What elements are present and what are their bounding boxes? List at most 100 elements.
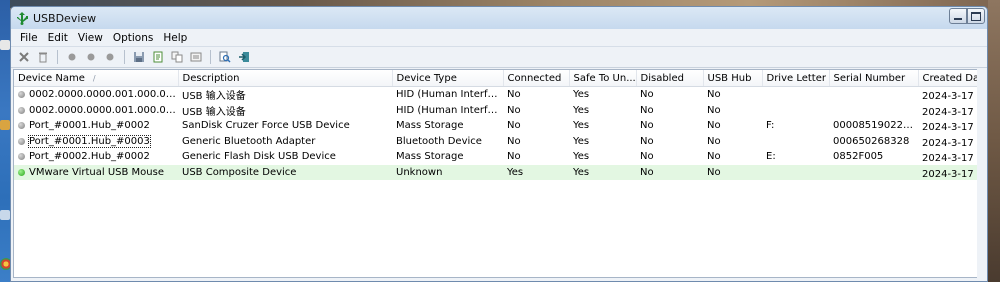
table-cell: 00008519022621...: [829, 118, 918, 134]
cell-text: Mass Storage: [396, 151, 464, 163]
toolbar: [11, 46, 987, 68]
disconnect-button[interactable]: [17, 50, 31, 64]
cell-text: No: [507, 104, 521, 116]
table-cell: Yes: [569, 149, 636, 165]
menu-options[interactable]: Options: [108, 32, 159, 44]
title-bar[interactable]: USBDeview: [11, 7, 987, 29]
desktop-shortcut-icon[interactable]: [0, 40, 10, 50]
desktop-shortcut-icon[interactable]: [0, 210, 10, 220]
table-cell: [762, 103, 829, 119]
menu-file[interactable]: File: [15, 32, 43, 44]
cell-text: 2024-3-17 星期: [922, 153, 978, 165]
cell-text: Yes: [573, 120, 590, 132]
find-button[interactable]: [218, 50, 232, 64]
cell-text: Generic Bluetooth Adapter: [182, 135, 316, 147]
cell-text: 2024-3-17 星期: [922, 91, 978, 103]
table-cell: HID (Human Interface...: [392, 87, 503, 103]
disconnected-status-icon: [18, 91, 25, 99]
properties-button[interactable]: [189, 50, 203, 64]
column-header-drive-letter[interactable]: Drive Letter: [762, 70, 830, 87]
table-cell: F:: [762, 118, 829, 134]
column-header-device-type[interactable]: Device Type: [392, 70, 504, 87]
uninstall-button[interactable]: [36, 50, 50, 64]
disconnected-status-icon: [18, 137, 25, 145]
table-cell: USB 输入设备: [178, 87, 392, 103]
menu-view[interactable]: View: [73, 32, 108, 44]
html-report-button[interactable]: [151, 50, 165, 64]
cell-text: USB 输入设备: [182, 91, 246, 103]
find-icon: [219, 51, 231, 63]
copy-button[interactable]: [170, 50, 184, 64]
table-cell: 2024-3-17 星期: [918, 103, 978, 119]
column-header-usb-hub[interactable]: USB Hub: [703, 70, 763, 87]
table-cell: 2024-3-17 星期: [918, 134, 978, 150]
cell-text: 000650268328: [833, 135, 910, 147]
table-cell: Yes: [569, 118, 636, 134]
cell-text: E:: [766, 151, 776, 163]
table-cell: No: [503, 134, 569, 150]
uninstall-icon: [39, 52, 47, 63]
cell-text: No: [707, 120, 721, 132]
table-cell: Port_#0001.Hub_#0003: [14, 134, 178, 150]
disconnect-icon: [19, 52, 29, 62]
table-cell: Yes: [569, 87, 636, 103]
column-header-created-date[interactable]: Created Date: [918, 70, 978, 87]
table-row[interactable]: 0002.0000.0000.001.000.000.000... USB 输入设…: [14, 87, 978, 103]
table-cell: No: [703, 103, 762, 119]
enable-disable-button[interactable]: [103, 50, 117, 64]
menu-edit[interactable]: Edit: [43, 32, 73, 44]
table-row[interactable]: Port_#0002.Hub_#0002 Generic Flash Disk U…: [14, 149, 978, 165]
table-cell: Generic Flash Disk USB Device: [178, 149, 392, 165]
connected-status-icon: [18, 168, 25, 176]
column-header-connected[interactable]: Connected: [503, 70, 570, 87]
cell-text: 2024-3-17 星期: [922, 122, 978, 134]
table-cell: No: [703, 87, 762, 103]
cell-text: No: [707, 135, 721, 147]
table-row[interactable]: 0002.0000.0000.001.000.000.000... USB 输入设…: [14, 103, 978, 119]
cell-text: Unknown: [396, 166, 443, 178]
vertical-scrollbar[interactable]: [977, 69, 985, 278]
device-list[interactable]: Device Name / Description Device Type Con…: [13, 69, 979, 278]
menu-help[interactable]: Help: [158, 32, 192, 44]
table-row[interactable]: Port_#0001.Hub_#0003 Generic Bluetooth Ad…: [14, 134, 978, 150]
cell-text: USB 输入设备: [182, 106, 246, 118]
column-header-safe-to-unplug[interactable]: Safe To Un...: [569, 70, 637, 87]
maximize-button[interactable]: [967, 8, 985, 24]
disconnected-status-icon: [18, 153, 25, 161]
usbdeview-window: USBDeview File Edit View Options Help De…: [10, 6, 988, 282]
column-header-description[interactable]: Description: [178, 70, 393, 87]
menu-bar: File Edit View Options Help: [11, 29, 987, 46]
toolbar-separator: [124, 50, 125, 64]
table-row[interactable]: VMware Virtual USB Mouse USB Composite De…: [14, 164, 978, 180]
table-cell: E:: [762, 149, 829, 165]
table-cell: [762, 87, 829, 103]
desktop-folder-icon[interactable]: [0, 120, 10, 130]
exit-button[interactable]: [237, 50, 251, 64]
disable-button[interactable]: [84, 50, 98, 64]
table-cell: [829, 164, 918, 180]
table-cell: No: [703, 164, 762, 180]
toolbar-separator: [210, 50, 211, 64]
table-cell: No: [636, 118, 703, 134]
html-report-icon: [153, 51, 163, 63]
cell-text: 2024-3-17 星期: [922, 168, 978, 180]
cell-text: No: [707, 104, 721, 116]
table-cell: USB 输入设备: [178, 103, 392, 119]
cell-text: F:: [766, 120, 775, 132]
minimize-button[interactable]: [949, 8, 967, 24]
table-cell: Port_#0002.Hub_#0002: [14, 149, 178, 165]
table-cell: No: [636, 103, 703, 119]
table-cell: Port_#0001.Hub_#0002: [14, 118, 178, 134]
save-button[interactable]: [132, 50, 146, 64]
table-cell: [829, 103, 918, 119]
table-cell: No: [703, 134, 762, 150]
table-row[interactable]: Port_#0001.Hub_#0002 SanDisk Cruzer Force…: [14, 118, 978, 134]
cell-text: USB Composite Device: [182, 166, 297, 178]
column-header-disabled[interactable]: Disabled: [636, 70, 704, 87]
table-cell: HID (Human Interface...: [392, 103, 503, 119]
cell-text: HID (Human Interface...: [396, 104, 503, 116]
enable-button[interactable]: [65, 50, 79, 64]
cell-text: VMware Virtual USB Mouse: [29, 166, 165, 178]
column-header-serial-number[interactable]: Serial Number: [829, 70, 919, 87]
column-header-device-name[interactable]: Device Name /: [14, 70, 179, 87]
